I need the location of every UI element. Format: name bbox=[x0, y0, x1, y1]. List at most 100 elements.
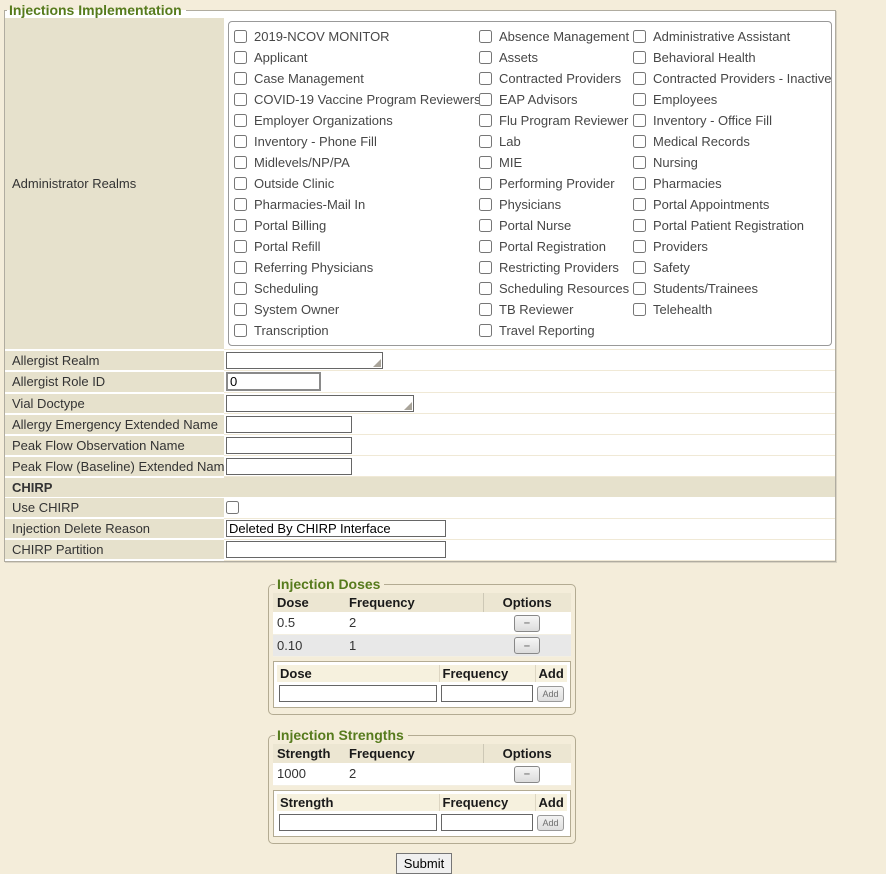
realm-checkbox[interactable] bbox=[479, 114, 492, 127]
realm-checkbox[interactable] bbox=[633, 177, 646, 190]
vial-doctype-row: Vial Doctype bbox=[5, 393, 835, 414]
realm-checkbox[interactable] bbox=[234, 177, 247, 190]
realm-option-label: Portal Patient Registration bbox=[653, 218, 804, 233]
realm-checkbox[interactable] bbox=[479, 198, 492, 211]
realm-option: Employees bbox=[633, 89, 829, 110]
realm-checkbox[interactable] bbox=[479, 135, 492, 148]
dose-frequency-cell: 2 bbox=[345, 612, 483, 634]
realm-option: Performing Provider bbox=[479, 173, 633, 194]
realm-checkbox[interactable] bbox=[479, 219, 492, 232]
injection-delete-reason-input[interactable] bbox=[226, 520, 446, 537]
realm-checkbox[interactable] bbox=[479, 30, 492, 43]
chirp-partition-input[interactable] bbox=[226, 541, 446, 558]
realm-option: Flu Program Reviewer bbox=[479, 110, 633, 131]
add-dose-frequency-input[interactable] bbox=[441, 685, 533, 702]
realm-option-label: Pharmacies-Mail In bbox=[254, 197, 365, 212]
realm-checkbox[interactable] bbox=[479, 261, 492, 274]
realm-option-label: Inventory - Office Fill bbox=[653, 113, 772, 128]
realm-option-label: Assets bbox=[499, 50, 538, 65]
realm-option: Scheduling Resources bbox=[479, 278, 633, 299]
realm-option-label: Portal Billing bbox=[254, 218, 326, 233]
strengths-header-row: Strength Frequency Options bbox=[273, 744, 571, 763]
allergist-realm-input[interactable] bbox=[226, 352, 383, 369]
realm-checkbox[interactable] bbox=[479, 156, 492, 169]
doses-body: 0.5 2 – 0.10 1 – bbox=[273, 612, 571, 657]
remove-strength-button[interactable]: – bbox=[514, 766, 540, 783]
injection-strengths-title: Injection Strengths bbox=[275, 727, 408, 743]
remove-dose-button[interactable]: – bbox=[514, 637, 540, 654]
injections-implementation-fieldset: Injections Implementation Administrator … bbox=[4, 2, 836, 562]
realm-checkbox[interactable] bbox=[479, 240, 492, 253]
realm-option: TB Reviewer bbox=[479, 299, 633, 320]
realm-option-label: Case Management bbox=[254, 71, 364, 86]
realm-checkbox[interactable] bbox=[633, 240, 646, 253]
realm-checkbox[interactable] bbox=[479, 324, 492, 337]
add-dose-header-frequency: Frequency bbox=[439, 665, 535, 682]
realm-option: Referring Physicians bbox=[234, 257, 479, 278]
realm-option: Inventory - Phone Fill bbox=[234, 131, 479, 152]
realm-checkbox[interactable] bbox=[633, 156, 646, 169]
peak-flow-baseline-extended-name-input[interactable] bbox=[226, 458, 352, 475]
realm-checkbox[interactable] bbox=[633, 261, 646, 274]
realm-option-label: Restricting Providers bbox=[499, 260, 619, 275]
realm-checkbox[interactable] bbox=[633, 30, 646, 43]
add-strength-frequency-input[interactable] bbox=[441, 814, 533, 831]
realm-option-label: Transcription bbox=[254, 323, 329, 338]
realm-checkbox[interactable] bbox=[633, 51, 646, 64]
dose-row: 0.10 1 – bbox=[273, 634, 571, 657]
add-dose-button[interactable]: Add bbox=[537, 686, 564, 702]
realm-option-label: Portal Refill bbox=[254, 239, 320, 254]
realm-checkbox[interactable] bbox=[234, 156, 247, 169]
dose-frequency-cell: 1 bbox=[345, 634, 483, 657]
strength-row: 1000 2 – bbox=[273, 763, 571, 785]
allergy-emergency-extended-name-input[interactable] bbox=[226, 416, 352, 433]
realm-checkbox[interactable] bbox=[234, 51, 247, 64]
remove-dose-button[interactable]: – bbox=[514, 615, 540, 632]
realm-checkbox[interactable] bbox=[479, 72, 492, 85]
realm-checkbox[interactable] bbox=[234, 30, 247, 43]
realm-checkbox[interactable] bbox=[633, 135, 646, 148]
realm-checkbox[interactable] bbox=[479, 177, 492, 190]
dose-row: 0.5 2 – bbox=[273, 612, 571, 634]
realm-checkbox[interactable] bbox=[479, 93, 492, 106]
realm-checkbox[interactable] bbox=[633, 72, 646, 85]
realm-option: Portal Appointments bbox=[633, 194, 829, 215]
realm-checkbox[interactable] bbox=[234, 324, 247, 337]
vial-doctype-input[interactable] bbox=[226, 395, 414, 412]
realm-checkbox[interactable] bbox=[633, 93, 646, 106]
allergist-role-id-input[interactable] bbox=[226, 372, 321, 391]
realm-checkbox[interactable] bbox=[479, 303, 492, 316]
realm-checkbox[interactable] bbox=[234, 72, 247, 85]
realm-checkbox[interactable] bbox=[234, 303, 247, 316]
realm-option-label: COVID-19 Vaccine Program Reviewers bbox=[254, 92, 481, 107]
realm-checkbox[interactable] bbox=[633, 303, 646, 316]
realm-option-label: Employees bbox=[653, 92, 717, 107]
add-strength-input[interactable] bbox=[279, 814, 437, 831]
add-dose-input[interactable] bbox=[279, 685, 437, 702]
use-chirp-checkbox[interactable] bbox=[226, 501, 239, 514]
use-chirp-row: Use CHIRP bbox=[5, 497, 835, 518]
add-strength-button[interactable]: Add bbox=[537, 815, 564, 831]
realm-checkbox[interactable] bbox=[633, 219, 646, 232]
realm-checkbox[interactable] bbox=[234, 240, 247, 253]
administrator-realms-label: Administrator Realms bbox=[5, 18, 224, 350]
realm-option-label: Contracted Providers bbox=[499, 71, 621, 86]
submit-button[interactable]: Submit bbox=[396, 853, 452, 874]
doses-header-dose: Dose bbox=[273, 593, 345, 612]
realm-checkbox[interactable] bbox=[234, 198, 247, 211]
realm-checkbox[interactable] bbox=[633, 114, 646, 127]
realm-option-label: Telehealth bbox=[653, 302, 712, 317]
realm-checkbox[interactable] bbox=[479, 51, 492, 64]
realm-checkbox[interactable] bbox=[234, 93, 247, 106]
realm-checkbox[interactable] bbox=[234, 261, 247, 274]
realm-option: Portal Billing bbox=[234, 215, 479, 236]
realm-checkbox[interactable] bbox=[234, 219, 247, 232]
realm-checkbox[interactable] bbox=[234, 135, 247, 148]
peak-flow-baseline-extended-name-row: Peak Flow (Baseline) Extended Name bbox=[5, 456, 835, 477]
realm-checkbox[interactable] bbox=[234, 282, 247, 295]
realm-checkbox[interactable] bbox=[633, 282, 646, 295]
realm-checkbox[interactable] bbox=[479, 282, 492, 295]
peak-flow-observation-name-input[interactable] bbox=[226, 437, 352, 454]
realm-checkbox[interactable] bbox=[633, 198, 646, 211]
realm-checkbox[interactable] bbox=[234, 114, 247, 127]
